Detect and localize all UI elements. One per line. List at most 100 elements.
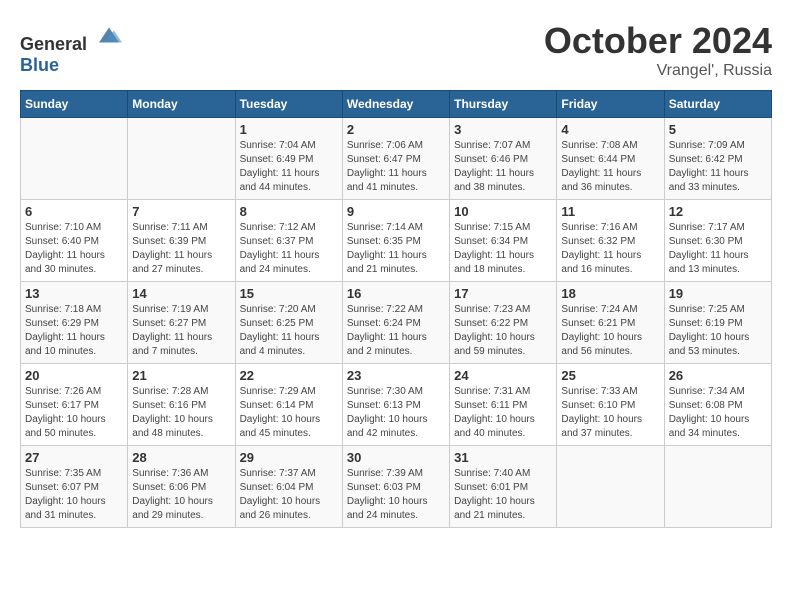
calendar-week-5: 27 Sunrise: 7:35 AMSunset: 6:07 PMDayligh… — [21, 446, 772, 528]
day-number: 5 — [669, 122, 767, 137]
day-of-week-thursday: Thursday — [450, 91, 557, 118]
day-number: 21 — [132, 368, 230, 383]
calendar-cell: 11 Sunrise: 7:16 AMSunset: 6:32 PMDayligh… — [557, 200, 664, 282]
day-of-week-monday: Monday — [128, 91, 235, 118]
day-info: Sunrise: 7:17 AMSunset: 6:30 PMDaylight:… — [669, 221, 767, 277]
day-number: 11 — [561, 204, 659, 219]
day-of-week-wednesday: Wednesday — [342, 91, 449, 118]
calendar-cell: 4 Sunrise: 7:08 AMSunset: 6:44 PMDaylight… — [557, 118, 664, 200]
calendar-cell: 1 Sunrise: 7:04 AMSunset: 6:49 PMDaylight… — [235, 118, 342, 200]
day-info: Sunrise: 7:14 AMSunset: 6:35 PMDaylight:… — [347, 221, 445, 277]
calendar-cell: 27 Sunrise: 7:35 AMSunset: 6:07 PMDayligh… — [21, 446, 128, 528]
day-info: Sunrise: 7:19 AMSunset: 6:27 PMDaylight:… — [132, 303, 230, 359]
calendar-cell: 22Sunrise: 7:29 AMSunset: 6:14 PMDayligh… — [235, 364, 342, 446]
day-number: 19 — [669, 286, 767, 301]
day-number: 18 — [561, 286, 659, 301]
day-number: 3 — [454, 122, 552, 137]
calendar-cell: 12 Sunrise: 7:17 AMSunset: 6:30 PMDayligh… — [664, 200, 771, 282]
day-number: 1 — [240, 122, 338, 137]
calendar-week-4: 20Sunrise: 7:26 AMSunset: 6:17 PMDayligh… — [21, 364, 772, 446]
day-info: Sunrise: 7:16 AMSunset: 6:32 PMDaylight:… — [561, 221, 659, 277]
day-number: 24 — [454, 368, 552, 383]
calendar-cell: 29Sunrise: 7:37 AMSunset: 6:04 PMDayligh… — [235, 446, 342, 528]
calendar-cell: 16 Sunrise: 7:22 AMSunset: 6:24 PMDayligh… — [342, 282, 449, 364]
day-info: Sunrise: 7:11 AMSunset: 6:39 PMDaylight:… — [132, 221, 230, 277]
day-number: 27 — [25, 450, 123, 465]
day-number: 6 — [25, 204, 123, 219]
day-number: 8 — [240, 204, 338, 219]
calendar-cell: 25 Sunrise: 7:33 AMSunset: 6:10 PMDayligh… — [557, 364, 664, 446]
calendar-cell: 9 Sunrise: 7:14 AMSunset: 6:35 PMDaylight… — [342, 200, 449, 282]
day-number: 12 — [669, 204, 767, 219]
calendar-cell: 24Sunrise: 7:31 AMSunset: 6:11 PMDayligh… — [450, 364, 557, 446]
calendar-cell: 30 Sunrise: 7:39 AMSunset: 6:03 PMDayligh… — [342, 446, 449, 528]
calendar-cell: 26Sunrise: 7:34 AMSunset: 6:08 PMDayligh… — [664, 364, 771, 446]
day-number: 16 — [347, 286, 445, 301]
calendar-cell: 10Sunrise: 7:15 AMSunset: 6:34 PMDayligh… — [450, 200, 557, 282]
location-title: Vrangel', Russia — [544, 62, 772, 80]
day-number: 17 — [454, 286, 552, 301]
calendar-cell: 14Sunrise: 7:19 AMSunset: 6:27 PMDayligh… — [128, 282, 235, 364]
day-info: Sunrise: 7:24 AMSunset: 6:21 PMDaylight:… — [561, 303, 659, 359]
day-info: Sunrise: 7:20 AMSunset: 6:25 PMDaylight:… — [240, 303, 338, 359]
calendar-cell: 15 Sunrise: 7:20 AMSunset: 6:25 PMDayligh… — [235, 282, 342, 364]
day-number: 31 — [454, 450, 552, 465]
calendar-cell: 21 Sunrise: 7:28 AMSunset: 6:16 PMDayligh… — [128, 364, 235, 446]
month-title: October 2024 — [544, 20, 772, 62]
title-area: October 2024 Vrangel', Russia — [544, 20, 772, 80]
day-info: Sunrise: 7:36 AMSunset: 6:06 PMDaylight:… — [132, 467, 230, 523]
calendar-cell: 5 Sunrise: 7:09 AMSunset: 6:42 PMDaylight… — [664, 118, 771, 200]
day-number: 23 — [347, 368, 445, 383]
calendar-cell: 23 Sunrise: 7:30 AMSunset: 6:13 PMDayligh… — [342, 364, 449, 446]
day-info: Sunrise: 7:33 AMSunset: 6:10 PMDaylight:… — [561, 385, 659, 441]
day-info: Sunrise: 7:34 AMSunset: 6:08 PMDaylight:… — [669, 385, 767, 441]
day-info: Sunrise: 7:22 AMSunset: 6:24 PMDaylight:… — [347, 303, 445, 359]
calendar-cell: 31 Sunrise: 7:40 AMSunset: 6:01 PMDayligh… — [450, 446, 557, 528]
calendar-week-3: 13Sunrise: 7:18 AMSunset: 6:29 PMDayligh… — [21, 282, 772, 364]
calendar-cell — [128, 118, 235, 200]
calendar-cell: 13Sunrise: 7:18 AMSunset: 6:29 PMDayligh… — [21, 282, 128, 364]
day-number: 15 — [240, 286, 338, 301]
day-info: Sunrise: 7:35 AMSunset: 6:07 PMDaylight:… — [25, 467, 123, 523]
day-info: Sunrise: 7:09 AMSunset: 6:42 PMDaylight:… — [669, 139, 767, 195]
day-info: Sunrise: 7:04 AMSunset: 6:49 PMDaylight:… — [240, 139, 338, 195]
logo-text: General Blue — [20, 20, 124, 76]
day-number: 10 — [454, 204, 552, 219]
calendar-week-1: 1 Sunrise: 7:04 AMSunset: 6:49 PMDaylight… — [21, 118, 772, 200]
calendar-cell: 20Sunrise: 7:26 AMSunset: 6:17 PMDayligh… — [21, 364, 128, 446]
logo-blue: Blue — [20, 55, 59, 75]
day-number: 9 — [347, 204, 445, 219]
calendar-cell: 7 Sunrise: 7:11 AMSunset: 6:39 PMDaylight… — [128, 200, 235, 282]
day-of-week-tuesday: Tuesday — [235, 91, 342, 118]
calendar-week-2: 6 Sunrise: 7:10 AMSunset: 6:40 PMDaylight… — [21, 200, 772, 282]
calendar-cell: 2Sunrise: 7:06 AMSunset: 6:47 PMDaylight… — [342, 118, 449, 200]
day-number: 30 — [347, 450, 445, 465]
day-info: Sunrise: 7:08 AMSunset: 6:44 PMDaylight:… — [561, 139, 659, 195]
calendar-cell: 3 Sunrise: 7:07 AMSunset: 6:46 PMDaylight… — [450, 118, 557, 200]
header: General Blue October 2024 Vrangel', Russ… — [20, 20, 772, 80]
calendar-cell: 17Sunrise: 7:23 AMSunset: 6:22 PMDayligh… — [450, 282, 557, 364]
calendar-cell: 19 Sunrise: 7:25 AMSunset: 6:19 PMDayligh… — [664, 282, 771, 364]
day-number: 7 — [132, 204, 230, 219]
day-number: 29 — [240, 450, 338, 465]
calendar-cell: 18 Sunrise: 7:24 AMSunset: 6:21 PMDayligh… — [557, 282, 664, 364]
calendar-cell: 8 Sunrise: 7:12 AMSunset: 6:37 PMDaylight… — [235, 200, 342, 282]
calendar-cell: 28 Sunrise: 7:36 AMSunset: 6:06 PMDayligh… — [128, 446, 235, 528]
day-info: Sunrise: 7:30 AMSunset: 6:13 PMDaylight:… — [347, 385, 445, 441]
day-info: Sunrise: 7:10 AMSunset: 6:40 PMDaylight:… — [25, 221, 123, 277]
day-info: Sunrise: 7:28 AMSunset: 6:16 PMDaylight:… — [132, 385, 230, 441]
day-number: 22 — [240, 368, 338, 383]
day-info: Sunrise: 7:07 AMSunset: 6:46 PMDaylight:… — [454, 139, 552, 195]
day-info: Sunrise: 7:12 AMSunset: 6:37 PMDaylight:… — [240, 221, 338, 277]
calendar-table: SundayMondayTuesdayWednesdayThursdayFrid… — [20, 90, 772, 528]
day-info: Sunrise: 7:26 AMSunset: 6:17 PMDaylight:… — [25, 385, 123, 441]
day-info: Sunrise: 7:39 AMSunset: 6:03 PMDaylight:… — [347, 467, 445, 523]
day-number: 25 — [561, 368, 659, 383]
day-number: 4 — [561, 122, 659, 137]
day-info: Sunrise: 7:40 AMSunset: 6:01 PMDaylight:… — [454, 467, 552, 523]
calendar-cell — [557, 446, 664, 528]
day-number: 28 — [132, 450, 230, 465]
day-info: Sunrise: 7:06 AMSunset: 6:47 PMDaylight:… — [347, 139, 445, 195]
calendar-header-row: SundayMondayTuesdayWednesdayThursdayFrid… — [21, 91, 772, 118]
day-info: Sunrise: 7:25 AMSunset: 6:19 PMDaylight:… — [669, 303, 767, 359]
